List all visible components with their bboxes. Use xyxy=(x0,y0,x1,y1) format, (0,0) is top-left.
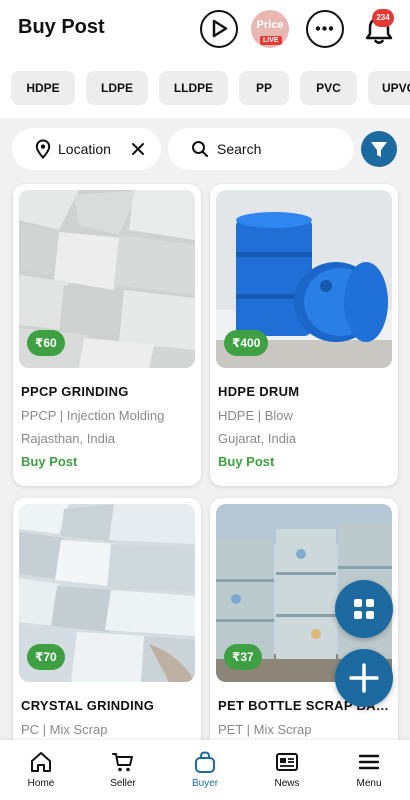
post-location: Rajasthan, India xyxy=(21,431,115,446)
chat-dots-icon xyxy=(315,26,334,31)
nav-item-buyer[interactable]: Buyer xyxy=(173,740,237,800)
search-input[interactable]: Search xyxy=(168,128,354,170)
category-chip-ldpe[interactable]: LDPE xyxy=(86,71,148,105)
nav-item-seller[interactable]: Seller xyxy=(91,740,155,800)
buy-post-link[interactable]: Buy Post xyxy=(21,454,77,469)
post-title: HDPE DRUM xyxy=(218,384,300,399)
category-chip-lldpe[interactable]: LLDPE xyxy=(159,71,228,105)
nav-label: Seller xyxy=(110,778,136,789)
post-title: PPCP GRINDING xyxy=(21,384,129,399)
category-chip-pvc[interactable]: PVC xyxy=(300,71,357,105)
funnel-icon xyxy=(371,142,387,157)
post-category: HDPE | Blow xyxy=(218,408,293,423)
chat-button[interactable] xyxy=(306,10,344,48)
post-category: PET | Mix Scrap xyxy=(218,722,312,737)
category-chip-hdpe[interactable]: HDPE xyxy=(11,71,75,105)
location-label: Location xyxy=(58,141,111,157)
price-live-label: Price xyxy=(256,19,284,31)
post-category: PC | Mix Scrap xyxy=(21,722,108,737)
nav-item-menu[interactable]: Menu xyxy=(337,740,401,800)
nav-label: News xyxy=(274,778,300,789)
newspaper-icon xyxy=(276,753,298,771)
home-icon xyxy=(31,752,51,772)
category-chips: HDPE LDPE LLDPE PP PVC UPVC xyxy=(0,71,410,107)
post-location: Gujarat, India xyxy=(218,431,297,446)
post-title: CRYSTAL GRINDING xyxy=(21,698,155,713)
bag-icon xyxy=(195,751,215,773)
hamburger-menu-icon xyxy=(358,754,380,770)
plus-icon xyxy=(349,663,379,693)
live-tag: LIVE xyxy=(260,36,282,45)
location-pin-icon xyxy=(35,139,51,159)
nav-item-home[interactable]: Home xyxy=(9,740,73,800)
add-post-button[interactable] xyxy=(335,649,393,707)
search-placeholder: Search xyxy=(217,141,262,157)
price-badge: ₹70 xyxy=(27,644,65,670)
cart-icon xyxy=(112,753,133,772)
app-header: Buy Post Price LIVE 234 xyxy=(0,0,410,60)
location-filter[interactable]: Location xyxy=(12,128,161,170)
grid-icon xyxy=(354,599,374,619)
bottom-navigation: Home Seller Buyer News Menu xyxy=(0,740,410,800)
nav-label: Menu xyxy=(356,778,382,789)
category-chip-upvc[interactable]: UPVC xyxy=(368,71,410,105)
notification-count-badge: 234 xyxy=(372,9,394,27)
search-icon xyxy=(192,141,209,158)
content-area: Location Search ₹60 PPCP GRINDING PPCP |… xyxy=(0,118,410,800)
price-badge: ₹37 xyxy=(224,644,262,670)
nav-label: Buyer xyxy=(191,778,219,789)
filter-button[interactable] xyxy=(361,131,397,167)
category-chip-pp[interactable]: PP xyxy=(239,71,289,105)
price-badge: ₹60 xyxy=(27,330,65,356)
grid-view-button[interactable] xyxy=(335,580,393,638)
page-title: Buy Post xyxy=(18,16,105,38)
nav-label: Home xyxy=(27,778,55,789)
clear-location-icon[interactable] xyxy=(131,142,145,156)
price-badge: ₹400 xyxy=(224,330,269,356)
nav-item-news[interactable]: News xyxy=(255,740,319,800)
play-icon xyxy=(212,19,228,38)
buy-post-link[interactable]: Buy Post xyxy=(218,454,274,469)
post-card[interactable]: ₹400 HDPE DRUM HDPE | Blow Gujarat, Indi… xyxy=(210,184,398,486)
post-card[interactable]: ₹60 PPCP GRINDING PPCP | Injection Moldi… xyxy=(13,184,201,486)
video-play-button[interactable] xyxy=(200,10,238,48)
price-live-button[interactable]: Price LIVE xyxy=(251,10,289,48)
post-category: PPCP | Injection Molding xyxy=(21,408,165,423)
